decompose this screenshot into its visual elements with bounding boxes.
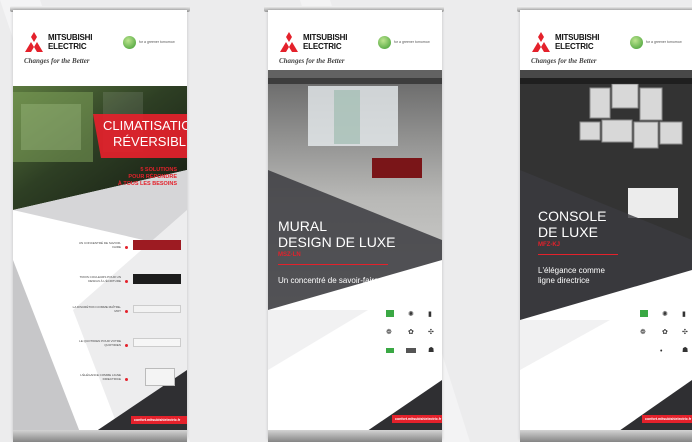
banner2-title-line1: MURAL [278, 218, 328, 234]
brand-logo: MITSUBISHI ELECTRIC Changes for the Bett… [23, 32, 119, 74]
brand-name-line1: MITSUBISHI [303, 33, 348, 42]
fan-icon: ✣ [682, 329, 688, 336]
eco-badge: for a greener tomorrow [630, 36, 692, 50]
feature-bullet-icon [125, 344, 128, 347]
feature-text: LE QUOTIDIEN POUR VOTRE QUOTIDIEN [79, 339, 121, 347]
energy-class-icon [640, 310, 648, 317]
brand-slogan: Changes for the Better [24, 57, 90, 65]
mitsubishi-diamonds-icon [25, 32, 43, 52]
feature-text: L'ÉLÉGANCE COMME LIGNE DIRECTRICE [80, 373, 121, 381]
sensor-icon: ✺ [408, 311, 414, 318]
scene: MITSUBISHI ELECTRIC Changes for the Bett… [0, 0, 692, 442]
banner1-url[interactable]: confort.mitsubishielectric.fr [134, 418, 180, 422]
red-divider [538, 254, 618, 255]
banner2-title-line2: DESIGN DE LUXE [278, 234, 396, 250]
brand-name-line1: MITSUBISHI [555, 33, 600, 42]
red-ac-unit [372, 158, 422, 178]
quiet-icon: ☗ [428, 347, 435, 354]
banner3-url[interactable]: confort.mitsubishielectric.fr [645, 417, 691, 421]
filter-icon: ❁ [640, 329, 646, 336]
brand-name-line2: ELECTRIC [303, 42, 342, 51]
fan-icon: ✣ [428, 329, 434, 336]
banner1-subtitle-line3: À TOUS LES BESOINS [117, 181, 177, 187]
banner3-tagline-line1: L'élégance comme [538, 266, 605, 275]
banner-panel: MITSUBISHI ELECTRIC Changes for the Bett… [520, 10, 692, 440]
banner2-tagline: Un concentré de savoir-faire [278, 276, 379, 285]
sensor-icon: ✺ [662, 311, 668, 318]
eco-leaf-icon [123, 36, 136, 49]
red-divider [278, 264, 388, 265]
feature-bullet-icon [125, 280, 128, 283]
brand-slogan: Changes for the Better [279, 57, 345, 65]
brand-name-line2: ELECTRIC [555, 42, 594, 51]
brand-name-line2: ELECTRIC [48, 42, 87, 51]
feature-icons-grid: ✺ ▮ ❁ ✿ ✣ ☗ [384, 310, 440, 370]
ac-unit-black-image [133, 274, 181, 284]
banner3-tagline-line2: ligne directrice [538, 276, 590, 285]
brand-slogan: Changes for the Better [531, 57, 597, 65]
feature-text: UN CONCENTRÉ DE SAVOIR-FAIRE [78, 241, 121, 249]
quiet-icon: ☗ [682, 347, 689, 354]
banner3-title-line2: DE LUXE [538, 224, 598, 240]
leaf-icon: ✿ [662, 329, 668, 336]
ac-unit-white-image [133, 338, 181, 347]
feature-bullet-icon [125, 246, 128, 249]
feature-bullet-icon [125, 378, 128, 381]
eco-text: for a greener tomorrow [394, 40, 430, 44]
filter-icon: ❁ [386, 329, 392, 336]
banner2-model: MSZ-LN [278, 252, 301, 258]
banner3-title-line1: CONSOLE [538, 208, 607, 224]
mitsubishi-diamonds-icon [280, 32, 298, 52]
banner1-title-line2: RÉVERSIBLE [113, 134, 187, 149]
console-unit [628, 188, 678, 218]
energy-class-icon [386, 310, 394, 317]
brand-logo: MITSUBISHI ELECTRIC Changes for the Bett… [530, 32, 626, 74]
energy-label-icon [386, 348, 394, 353]
banner1-title-line1: CLIMATISATION [103, 118, 187, 133]
feature-text: TROIS COULEURS POUR UN DESIGN À L'ÉCRITU… [79, 275, 121, 283]
eco-text: for a greener tomorrow [139, 40, 175, 44]
console-unit-image [145, 368, 175, 386]
eco-leaf-icon [630, 36, 643, 49]
eco-badge: for a greener tomorrow [378, 36, 440, 50]
brand-logo: MITSUBISHI ELECTRIC Changes for the Bett… [278, 32, 374, 74]
remote-icon: ▮ [682, 311, 686, 318]
ac-unit-red-image [133, 240, 181, 250]
wifi-module-icon [406, 348, 416, 353]
banner2-url[interactable]: confort.mitsubishielectric.fr [395, 417, 441, 421]
banner-base [13, 430, 187, 442]
banner-panel: MITSUBISHI ELECTRIC Changes for the Bett… [13, 10, 187, 440]
eco-leaf-icon [378, 36, 391, 49]
banner-base [268, 430, 442, 442]
mitsubishi-diamonds-icon [532, 32, 550, 52]
ac-unit-white-image [133, 305, 181, 313]
banner1-subtitle-line1: 5 SOLUTIONS [140, 167, 177, 173]
brand-name-line1: MITSUBISHI [48, 33, 93, 42]
remote-icon: ▮ [428, 311, 432, 318]
feature-text: LA DISCRÉTION COMME MAÎTRE-MOT [72, 305, 121, 313]
banner3-model: MFZ-KJ [538, 242, 560, 248]
leaf-icon: ✿ [408, 329, 414, 336]
banner1-subtitle-line2: POUR RÉPONDRE [128, 174, 177, 180]
eco-badge: for a greener tomorrow [123, 36, 185, 50]
banner-base [520, 430, 692, 442]
dot-icon: • [660, 348, 663, 355]
feature-icons-grid: ✺ ▮ ❁ ✿ ✣ • ☗ [638, 310, 692, 370]
banner-panel: MITSUBISHI ELECTRIC Changes for the Bett… [268, 10, 442, 440]
feature-bullet-icon [125, 310, 128, 313]
eco-text: for a greener tomorrow [646, 40, 682, 44]
